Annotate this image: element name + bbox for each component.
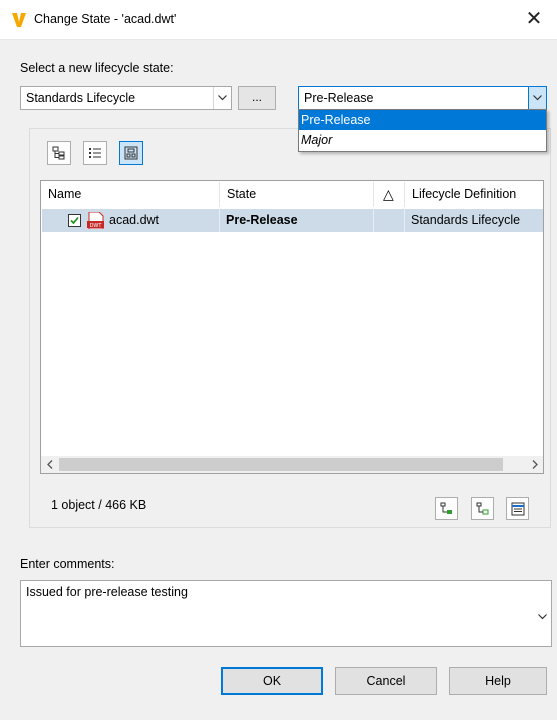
column-header-state[interactable]: State [220, 181, 373, 208]
lifecycle-state-combo[interactable]: Pre-Release [298, 86, 547, 110]
file-icon-label: DWT [90, 223, 103, 229]
expand-tree-icon [440, 502, 452, 514]
select-state-label: Select a new lifecycle state: [20, 61, 174, 75]
row-name: acad.dwt [109, 213, 160, 227]
list-view-button[interactable] [83, 141, 107, 165]
checkmark-icon [70, 216, 79, 225]
lifecycle-combo-value: Standards Lifecycle [26, 91, 136, 105]
window-title: Change State - 'acad.dwt' [34, 12, 177, 26]
title-bar: Change State - 'acad.dwt' ✕ [0, 0, 557, 40]
dropdown-option-pre-release[interactable]: Pre-Release [299, 110, 546, 130]
cancel-button[interactable]: Cancel [335, 667, 437, 695]
lifecycle-definition-combo[interactable]: Standards Lifecycle [20, 86, 232, 110]
chevron-down-icon[interactable] [213, 87, 231, 109]
dwt-file-icon: DWT [87, 212, 104, 229]
close-button[interactable]: ✕ [511, 0, 557, 36]
scrollbar-thumb[interactable] [59, 458, 503, 471]
comments-field[interactable]: Issued for pre-release testing [20, 580, 552, 647]
file-grid[interactable]: Name State △ Lifecycle Definition DWT ac… [40, 180, 544, 474]
comments-text: Issued for pre-release testing [26, 585, 188, 599]
row-checkbox[interactable] [68, 214, 81, 227]
browse-button-label: ... [251, 90, 262, 104]
column-header-name[interactable]: Name [41, 181, 219, 208]
tree-view-button[interactable] [47, 141, 71, 165]
vault-app-icon [12, 13, 26, 27]
cell-separator [373, 209, 374, 232]
help-button[interactable]: Help [449, 667, 547, 695]
close-icon: ✕ [525, 6, 543, 30]
chevron-down-icon[interactable] [528, 87, 546, 109]
cell-separator [219, 209, 220, 232]
expand-all-button[interactable] [435, 497, 458, 520]
cell-separator [404, 209, 405, 232]
state-dropdown-list[interactable]: Pre-Release Major [298, 109, 547, 152]
row-state: Pre-Release [226, 213, 298, 227]
scroll-left-icon[interactable] [41, 456, 58, 473]
table-columns-icon [511, 502, 524, 515]
collapse-all-button[interactable] [471, 497, 494, 520]
tree-view-icon [52, 146, 65, 160]
grouped-view-button[interactable] [119, 141, 143, 165]
chevron-down-icon[interactable] [538, 609, 547, 623]
list-view-icon [89, 148, 101, 158]
column-header-lifecycle-definition[interactable]: Lifecycle Definition [405, 181, 543, 208]
ok-button[interactable]: OK [221, 667, 323, 695]
comments-label: Enter comments: [20, 557, 115, 571]
column-header-flag[interactable]: △ [374, 181, 404, 208]
state-combo-value: Pre-Release [304, 91, 374, 105]
columns-settings-button[interactable] [506, 497, 529, 520]
browse-lifecycle-button[interactable]: ... [238, 86, 276, 110]
table-row[interactable]: DWT acad.dwt Pre-Release Standards Lifec… [42, 209, 543, 232]
row-lifecycle-definition: Standards Lifecycle [411, 213, 521, 227]
horizontal-scrollbar[interactable] [41, 456, 543, 473]
dropdown-option-major[interactable]: Major [299, 130, 546, 150]
object-count-status: 1 object / 466 KB [51, 498, 147, 512]
grouped-view-icon [124, 146, 138, 160]
collapse-tree-icon [476, 502, 489, 515]
scroll-right-icon[interactable] [526, 456, 543, 473]
